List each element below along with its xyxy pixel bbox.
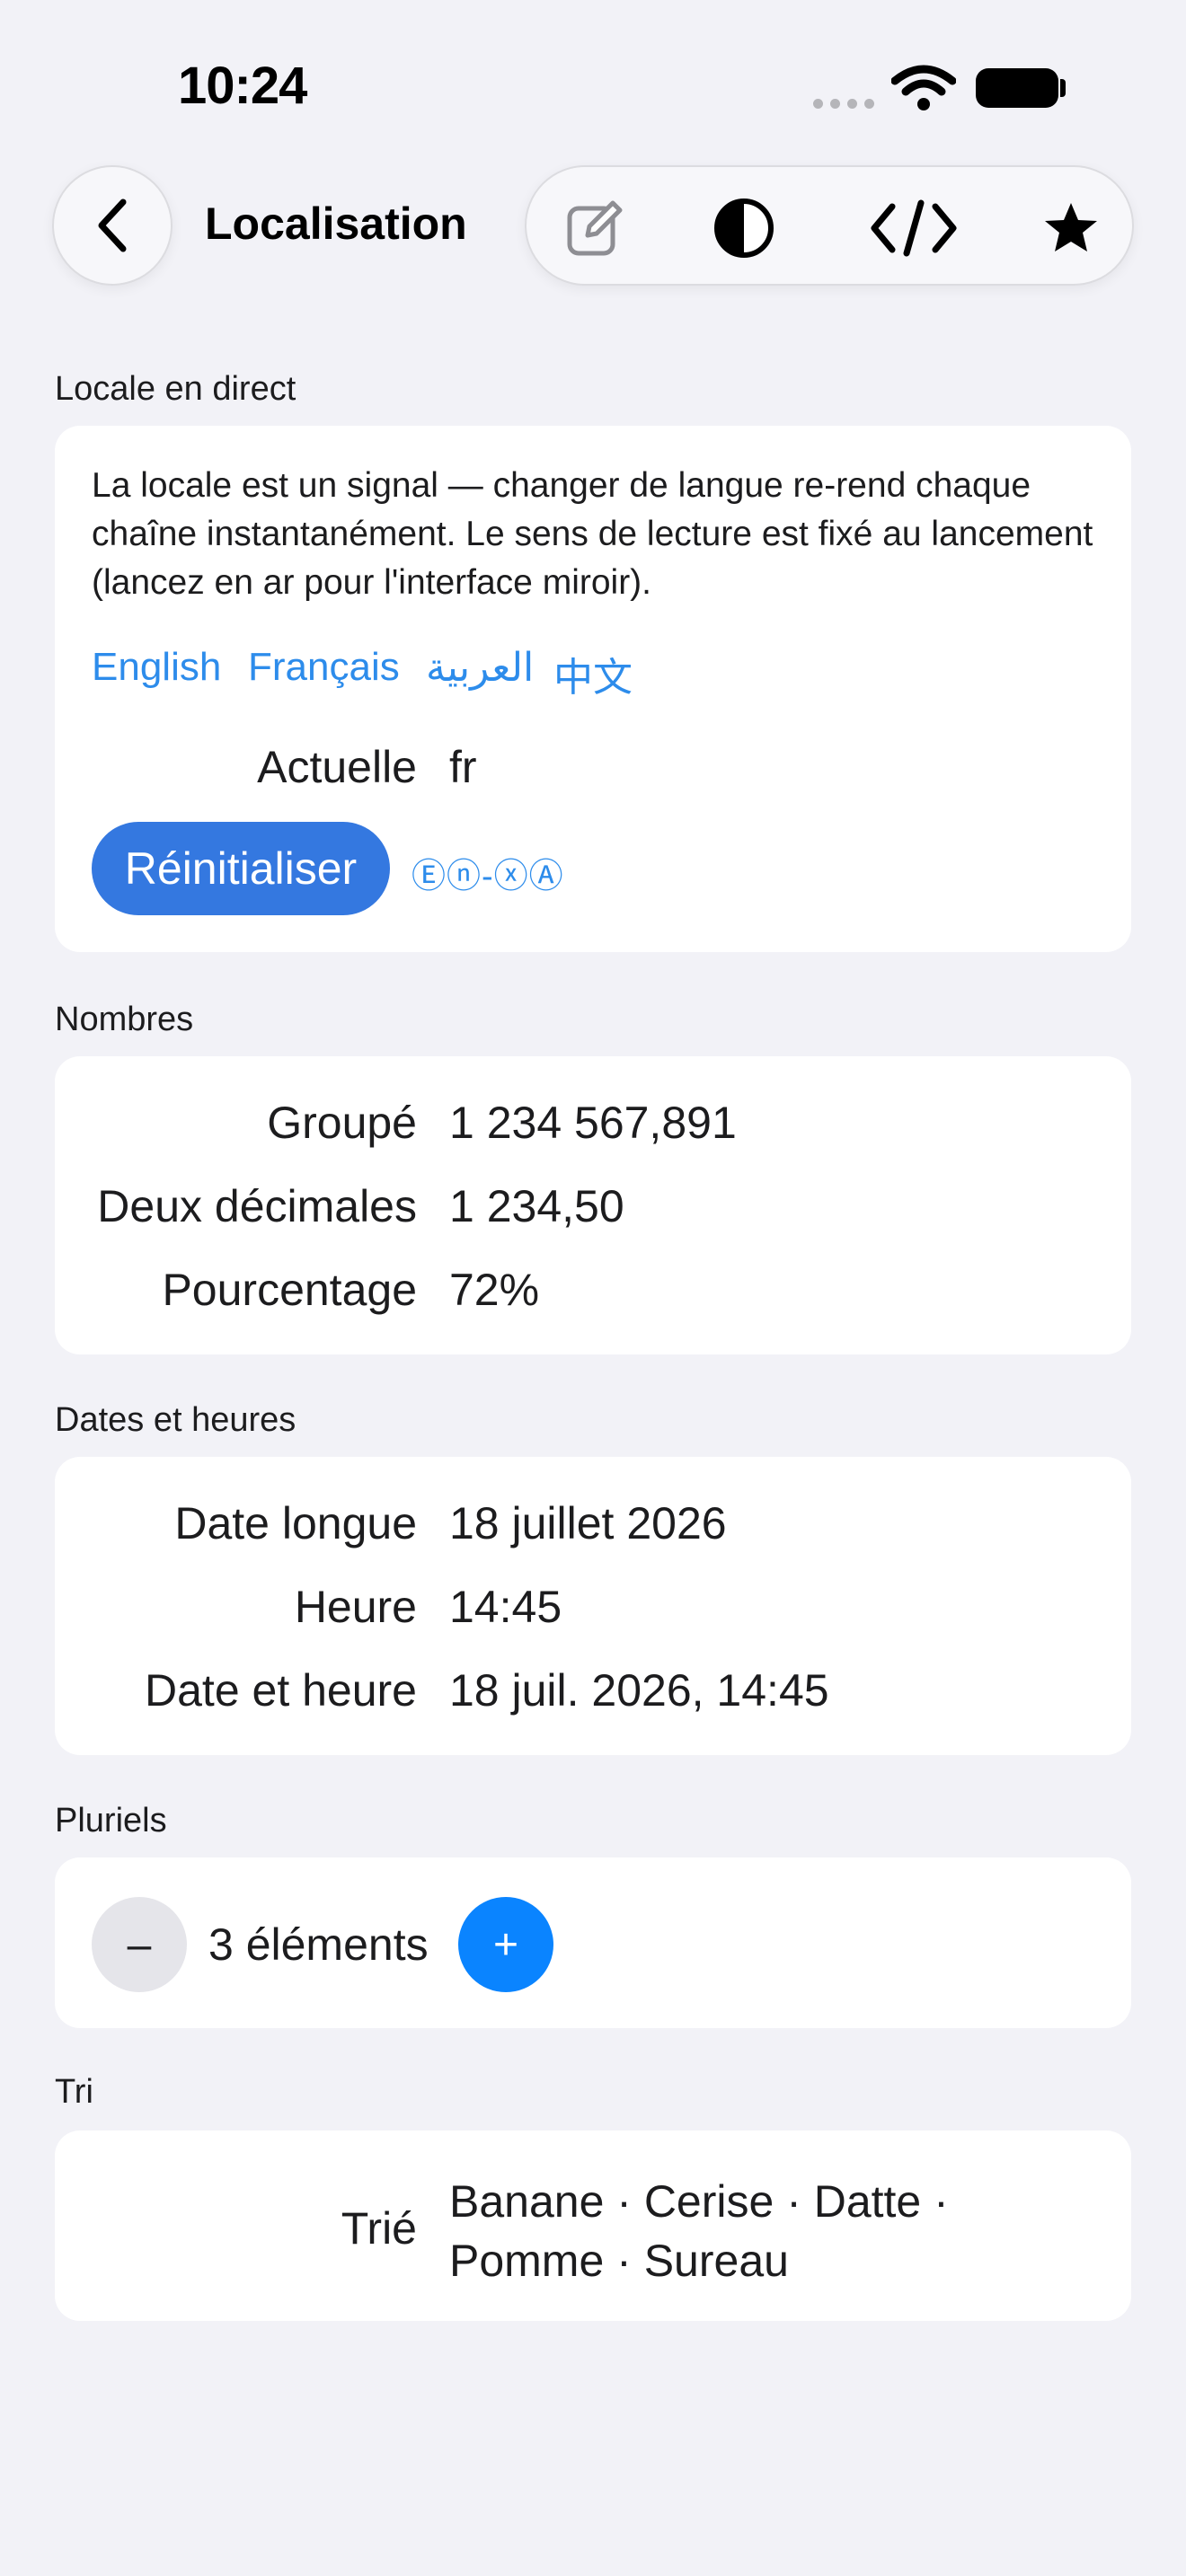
sorted-line-1: Banane · Cerise · Datte · (449, 2176, 949, 2227)
row-label-two-decimals: Deux décimales (97, 1181, 417, 1231)
toolbar (525, 165, 1134, 286)
row-value-percentage: 72% (449, 1265, 540, 1315)
section-label-sort: Tri (55, 2073, 93, 2111)
section-label-dates: Dates et heures (55, 1401, 296, 1439)
section-label-plurals: Pluriels (55, 1802, 167, 1839)
row-label-time: Heure (294, 1582, 417, 1632)
row-label-date-time: Date et heure (145, 1665, 417, 1716)
row-label-grouped: Groupé (267, 1098, 417, 1148)
increment-button[interactable]: + (458, 1897, 553, 1992)
locale-description: La locale est un signal — changer de lan… (92, 466, 1093, 602)
wifi-icon (890, 65, 957, 116)
signal-icon (813, 99, 874, 109)
current-locale-label: Actuelle (257, 742, 417, 792)
row-value-long-date: 18 juillet 2026 (449, 1498, 727, 1548)
pseudo-locale-button[interactable]: Ⓔⓝ-ⓧⒶ (412, 848, 564, 897)
row-value-two-decimals: 1 234,50 (449, 1181, 624, 1231)
row-value-sorted: Banane · Cerise · Datte · Pomme · Sureau (449, 2172, 949, 2290)
row-value-date-time: 18 juil. 2026, 14:45 (449, 1665, 829, 1716)
language-option-chinese[interactable]: 中文 (553, 645, 633, 702)
page-title: Localisation (205, 198, 467, 249)
chevron-left-icon (98, 198, 127, 252)
sorted-line-2: Pomme · Sureau (449, 2236, 789, 2286)
battery-icon (976, 68, 1058, 108)
code-icon[interactable] (864, 194, 963, 262)
back-button[interactable] (52, 165, 173, 286)
language-option-arabic[interactable]: العربية (426, 645, 534, 691)
row-label-percentage: Pourcentage (162, 1265, 417, 1315)
row-value-grouped: 1 234 567,891 (449, 1098, 737, 1148)
compose-icon[interactable] (561, 194, 629, 262)
battery-cap (1060, 79, 1066, 97)
decrement-button[interactable]: – (92, 1897, 187, 1992)
row-label-long-date: Date longue (174, 1498, 417, 1548)
language-option-french[interactable]: Français (248, 645, 400, 690)
section-label-live: Locale en direct (55, 370, 296, 408)
reset-button[interactable]: Réinitialiser (92, 822, 390, 915)
contrast-icon[interactable] (710, 194, 778, 262)
status-time: 10:24 (178, 57, 307, 115)
section-label-numbers: Nombres (55, 1001, 194, 1038)
plural-count-text: 3 éléments (208, 1919, 429, 1970)
row-label-sorted: Trié (341, 2203, 417, 2254)
current-locale-value: fr (449, 742, 477, 792)
row-value-time: 14:45 (449, 1582, 562, 1632)
star-icon[interactable] (1037, 194, 1105, 262)
language-option-english[interactable]: English (92, 645, 221, 690)
